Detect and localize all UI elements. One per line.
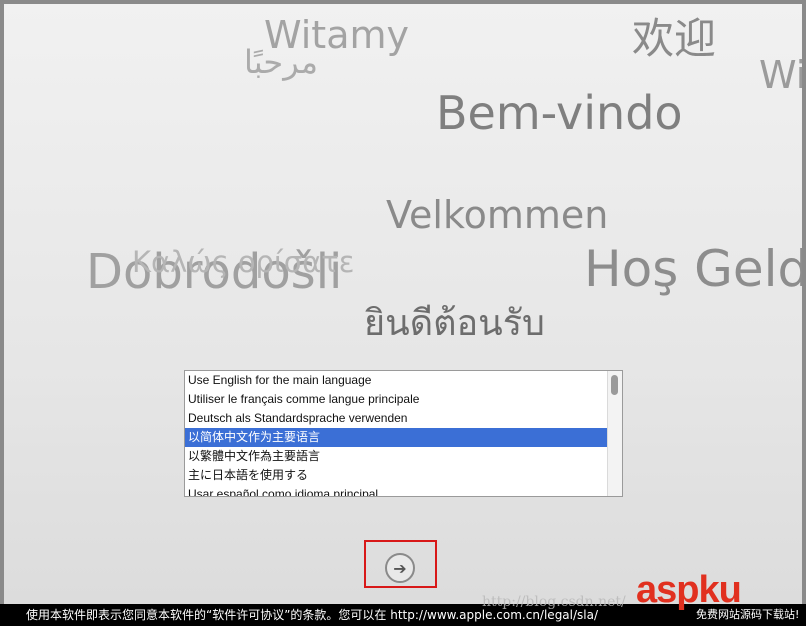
list-scrollbar[interactable] — [607, 371, 622, 496]
language-option[interactable]: Deutsch als Standardsprache verwenden — [185, 409, 608, 428]
greeting-velkommen: Velkommen — [386, 193, 609, 237]
greeting-chinese: 欢迎 — [632, 14, 717, 63]
greeting-wi: Wi — [759, 53, 802, 97]
language-option[interactable]: Utiliser le français comme langue princi… — [185, 390, 608, 409]
language-option[interactable]: 主に日本語を使用する — [185, 466, 608, 485]
watermark-url: http://blog.csdn.net/ — [482, 594, 626, 610]
language-list-items: Use English for the main language Utilise… — [185, 371, 608, 496]
greeting-arabic: مرحبًا — [244, 43, 318, 81]
next-button[interactable]: ➔ — [385, 553, 415, 583]
greeting-greek: Καλώς ορίσατε — [132, 245, 355, 279]
language-option[interactable]: 以繁體中文作為主要語言 — [185, 447, 608, 466]
language-option[interactable]: 以简体中文作为主要语言 — [185, 428, 608, 447]
arrow-right-icon: ➔ — [393, 558, 407, 578]
greeting-hos-geldi: Hoş Geldi — [584, 240, 802, 298]
language-option[interactable]: Usar español como idioma principal — [185, 485, 608, 496]
greeting-bem-vindo: Bem-vindo — [436, 86, 683, 140]
greeting-thai: ยินดีต้อนรับ — [364, 303, 545, 344]
scrollbar-thumb[interactable] — [611, 375, 618, 395]
language-option[interactable]: Use English for the main language — [185, 371, 608, 390]
language-list[interactable]: Use English for the main language Utilise… — [184, 370, 623, 497]
installer-window: Witamy مرحبًا 欢迎 Wi Bem-vindo Velkommen … — [4, 4, 802, 604]
brand-tagline: 免费网站源码下载站! — [696, 608, 800, 621]
